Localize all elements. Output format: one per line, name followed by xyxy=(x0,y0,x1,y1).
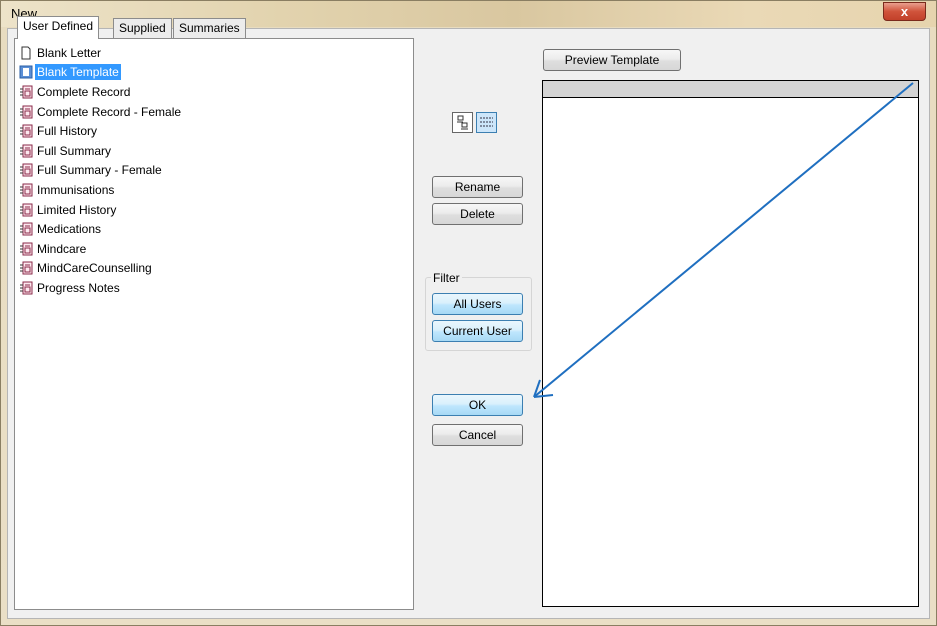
list-item-label: Blank Template xyxy=(35,64,121,81)
cancel-button[interactable]: Cancel xyxy=(432,424,523,446)
list-item[interactable]: Blank Template xyxy=(19,63,409,83)
list-item-label: Full Summary - Female xyxy=(37,163,162,178)
close-button[interactable]: x xyxy=(883,2,926,21)
tab-user-defined[interactable]: User Defined xyxy=(17,16,100,39)
template-icon xyxy=(19,242,35,256)
list-item-label: Progress Notes xyxy=(37,280,120,295)
template-list: Blank Letter Blank Template Complete Recor… xyxy=(19,43,409,298)
template-icon xyxy=(19,203,35,217)
template-icon xyxy=(19,144,35,158)
template-icon xyxy=(19,183,35,197)
list-item-label: Immunisations xyxy=(37,182,115,197)
list-item[interactable]: Progress Notes xyxy=(19,278,409,298)
tab-supplied[interactable]: Supplied xyxy=(113,18,172,38)
preview-header-bar xyxy=(543,81,918,98)
list-item-label: Limited History xyxy=(37,202,117,217)
list-item[interactable]: Complete Record xyxy=(19,82,409,102)
template-icon xyxy=(19,124,35,138)
template-icon xyxy=(19,65,35,79)
ok-button[interactable]: OK xyxy=(432,394,523,416)
list-item[interactable]: Immunisations xyxy=(19,180,409,200)
list-item[interactable]: Limited History xyxy=(19,200,409,220)
list-item[interactable]: Blank Letter xyxy=(19,43,409,63)
rename-button[interactable]: Rename xyxy=(432,176,523,198)
template-icon xyxy=(19,85,35,99)
list-item[interactable]: Medications xyxy=(19,219,409,239)
template-icon xyxy=(19,222,35,236)
template-icon xyxy=(19,105,35,119)
template-preview-area xyxy=(542,80,919,607)
tab-summaries[interactable]: Summaries xyxy=(173,18,246,38)
list-item[interactable]: Full Summary xyxy=(19,141,409,161)
large-icons-view-icon[interactable] xyxy=(452,112,473,133)
delete-button[interactable]: Delete xyxy=(432,203,523,225)
list-item[interactable]: Full Summary - Female xyxy=(19,161,409,181)
list-item[interactable]: Full History xyxy=(19,121,409,141)
template-icon xyxy=(19,163,35,177)
list-item-label: Medications xyxy=(37,222,102,237)
template-list-panel: Blank Letter Blank Template Complete Recor… xyxy=(14,38,414,610)
list-item-label: Full Summary xyxy=(37,143,112,158)
list-item-label: Full History xyxy=(37,124,98,139)
list-item-label: Complete Record xyxy=(37,84,131,99)
preview-template-button[interactable]: Preview Template xyxy=(543,49,681,71)
list-item[interactable]: MindCareCounselling xyxy=(19,259,409,279)
list-item[interactable]: Complete Record - Female xyxy=(19,102,409,122)
list-item-label: Mindcare xyxy=(37,241,87,256)
list-item[interactable]: Mindcare xyxy=(19,239,409,259)
list-item-label: Complete Record - Female xyxy=(37,104,182,119)
list-item-label: MindCareCounselling xyxy=(37,261,152,276)
all-users-button[interactable]: All Users xyxy=(432,293,523,315)
filter-label: Filter xyxy=(431,271,462,285)
template-icon xyxy=(19,281,35,295)
list-view-icon[interactable] xyxy=(476,112,497,133)
current-user-button[interactable]: Current User xyxy=(432,320,523,342)
template-icon xyxy=(19,261,35,275)
list-item-label: Blank Letter xyxy=(37,45,102,60)
close-icon: x xyxy=(900,4,909,19)
blank-document-icon xyxy=(19,46,35,60)
